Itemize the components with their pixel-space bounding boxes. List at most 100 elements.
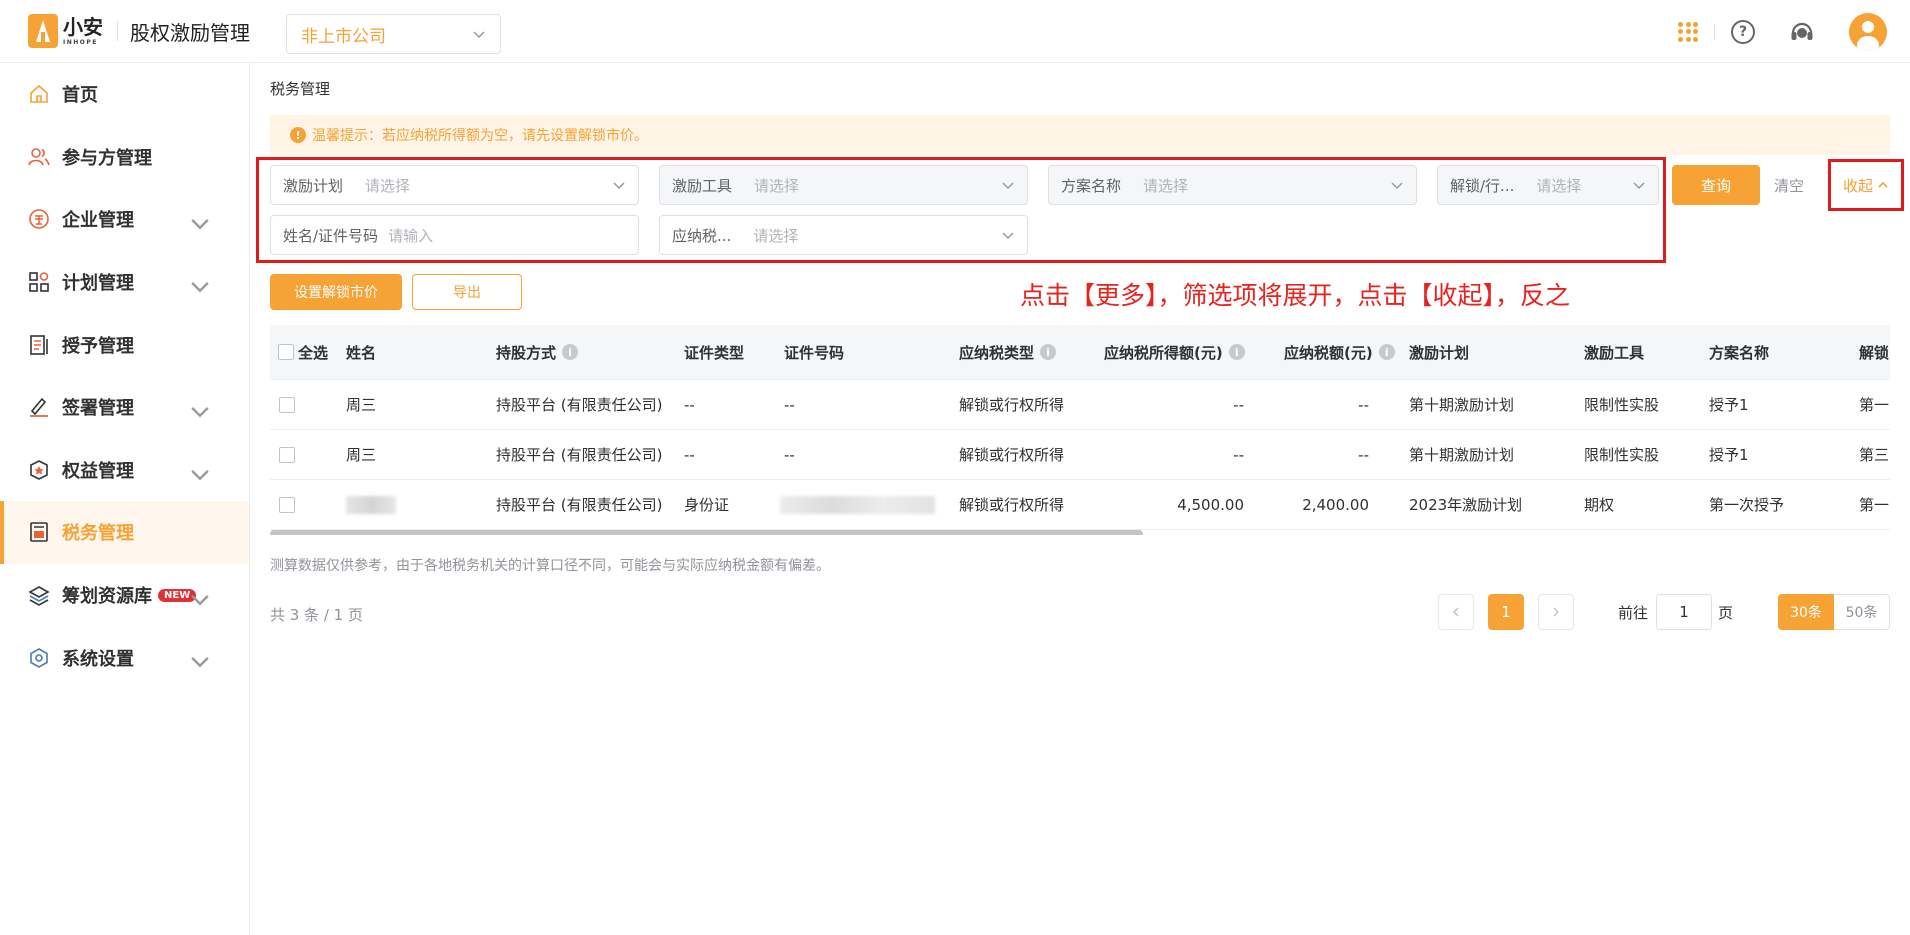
horizontal-scrollbar[interactable] [270, 529, 1890, 535]
tax-icon [30, 522, 48, 543]
column-header: 解锁 [1859, 343, 1890, 362]
chevron-down-icon [613, 182, 625, 190]
page-size-50-button[interactable]: 50条 [1834, 594, 1890, 630]
info-icon[interactable]: i [1378, 344, 1395, 360]
sidebar-item-settings[interactable]: 系统设置 [0, 626, 249, 689]
cell-id-number: -- [784, 395, 795, 414]
filter-tool-select[interactable]: 激励工具 请选择 [659, 165, 1028, 205]
sidebar-item-plan[interactable]: 计划管理 [0, 251, 249, 314]
sidebar-item-enterprise[interactable]: 企业管理 [0, 188, 249, 251]
cell-tool: 期权 [1584, 496, 1615, 514]
page-1-button[interactable]: 1 [1488, 594, 1524, 630]
cell-taxable-income: -- [1233, 395, 1244, 414]
query-button[interactable]: 查询 [1672, 165, 1760, 205]
cell-id-type: -- [684, 445, 695, 464]
page-size-selector: 30条 50条 [1778, 594, 1890, 630]
chevron-down-icon [191, 219, 209, 230]
sidebar-item-equity[interactable]: 权益管理 [0, 439, 249, 502]
sidebar-item-home[interactable]: 首页 [0, 63, 249, 126]
logo-text: 小安 [63, 14, 103, 39]
sidebar-item-tax[interactable]: 税务管理 [0, 501, 249, 564]
filter-unlock-select[interactable]: 解锁/行... 请选择 [1437, 165, 1659, 205]
cell-unlock: 第一 [1859, 396, 1890, 414]
page-size-30-button[interactable]: 30条 [1778, 594, 1834, 630]
info-icon[interactable]: i [562, 344, 579, 360]
tip-text: 温馨提示：若应纳税所得额为空，请先设置解锁市价。 [312, 128, 648, 144]
equity-icon [30, 459, 48, 480]
column-header: 应纳税额(元) i [1284, 325, 1395, 379]
select-all-checkbox[interactable]: 全选 [278, 325, 328, 379]
chevron-down-icon [191, 281, 209, 293]
row-checkbox[interactable] [279, 480, 299, 529]
prev-page-button[interactable] [1438, 594, 1474, 630]
sidebar-item-grant[interactable]: 授予管理 [0, 313, 249, 376]
info-icon[interactable]: i [1040, 344, 1057, 360]
chevron-down-icon [191, 594, 209, 606]
help-icon[interactable]: ? [1731, 19, 1755, 44]
column-header: 应纳税类型 i [959, 325, 1057, 379]
disclaimer-text: 测算数据仅供参考，由于各地税务机关的计算口径不同，可能会与实际应纳税金额有偏差。 [270, 558, 830, 574]
row-checkbox[interactable] [279, 380, 299, 429]
sidebar-item-sign[interactable]: 签署管理 [0, 376, 249, 439]
cell-name: 周三 [346, 446, 377, 464]
sidebar-item-label: 筹划资源库 [62, 586, 152, 608]
cell-taxable-income: 4,500.00 [1177, 495, 1244, 514]
set-unlock-price-button[interactable]: 设置解锁市价 [270, 274, 402, 310]
cell-plan: 第十期激励计划 [1409, 446, 1515, 464]
export-button[interactable]: 导出 [412, 274, 522, 310]
cell-plan: 2023年激励计划 [1409, 496, 1523, 514]
cell-holding: 持股平台 (有限责任公司) [496, 496, 663, 514]
info-icon[interactable]: i [1228, 344, 1245, 360]
column-header: 证件类型 [684, 343, 745, 362]
chevron-down-icon [473, 31, 485, 39]
row-checkbox[interactable] [279, 430, 299, 479]
cell-id-type: -- [684, 395, 695, 414]
cell-unlock: 第三 [1859, 446, 1890, 464]
pagination-total: 共 3 条 / 1 页 [270, 606, 363, 624]
sidebar-item-label: 首页 [62, 85, 98, 107]
app-title: 股权激励管理 [130, 20, 250, 45]
filter-taxtype-select[interactable]: 应纳税... 请选择 [659, 215, 1028, 255]
sidebar-item-label: 授予管理 [62, 335, 134, 357]
cell-tax-amount: -- [1358, 445, 1369, 464]
filter-name-input[interactable]: 姓名/证件号码 请输入 [270, 215, 639, 255]
settings-icon [30, 647, 48, 668]
collapse-button[interactable]: 收起 [1828, 159, 1904, 211]
chevron-down-icon [191, 469, 209, 480]
goto-page: 前往 1 页 [1618, 594, 1733, 630]
logo-subtext: INHOPE [63, 38, 98, 46]
clear-button[interactable]: 清空 [1774, 165, 1804, 205]
customer-service-icon[interactable] [1789, 19, 1815, 45]
sidebar-item-resources[interactable]: 筹划资源库 NEW [0, 564, 249, 627]
table-row: 周三 持股平台 (有限责任公司) -- -- 解锁或行权所得 -- -- 第十期… [270, 430, 1890, 480]
apps-grid-icon[interactable] [1678, 21, 1698, 42]
cell-plan: 第十期激励计划 [1409, 396, 1515, 414]
cell-id-number-redacted [780, 480, 935, 529]
annotation-text: 点击【更多】，筛选项将展开，点击【收起】，反之 [1020, 281, 1571, 310]
logo[interactable]: 小安 INHOPE 股权激励管理 [28, 14, 250, 48]
filter-plan-select[interactable]: 激励计划 请选择 [270, 165, 639, 205]
sidebar-item-participants[interactable]: 参与方管理 [0, 126, 249, 189]
column-header: 方案名称 [1709, 343, 1770, 362]
column-header: 激励工具 [1584, 343, 1645, 362]
grant-document-icon [30, 334, 48, 355]
cell-scheme: 授予1 [1709, 396, 1749, 414]
chevron-down-icon [191, 406, 209, 418]
column-header: 姓名 [346, 343, 377, 362]
cell-id-type: 身份证 [684, 496, 730, 514]
top-header: 小安 INHOPE 股权激励管理 非上市公司 ? [0, 0, 1910, 63]
scrollbar-thumb[interactable] [270, 530, 1143, 535]
cell-tax-type: 解锁或行权所得 [959, 446, 1065, 464]
next-page-button[interactable] [1538, 594, 1574, 630]
chevron-right-icon [1553, 607, 1560, 617]
goto-page-input[interactable]: 1 [1656, 594, 1713, 630]
chevron-down-icon [191, 657, 209, 668]
cell-tax-amount: 2,400.00 [1302, 495, 1369, 514]
cell-tool: 限制性实股 [1584, 396, 1660, 414]
user-avatar[interactable] [1849, 12, 1887, 51]
warning-tip: ! 温馨提示：若应纳税所得额为空，请先设置解锁市价。 [270, 115, 1890, 155]
company-type-select[interactable]: 非上市公司 [286, 14, 501, 54]
table-row: 周三 持股平台 (有限责任公司) -- -- 解锁或行权所得 -- -- 第十期… [270, 380, 1890, 430]
sidebar-item-label: 计划管理 [62, 273, 134, 295]
filter-scheme-select[interactable]: 方案名称 请选择 [1048, 165, 1417, 205]
